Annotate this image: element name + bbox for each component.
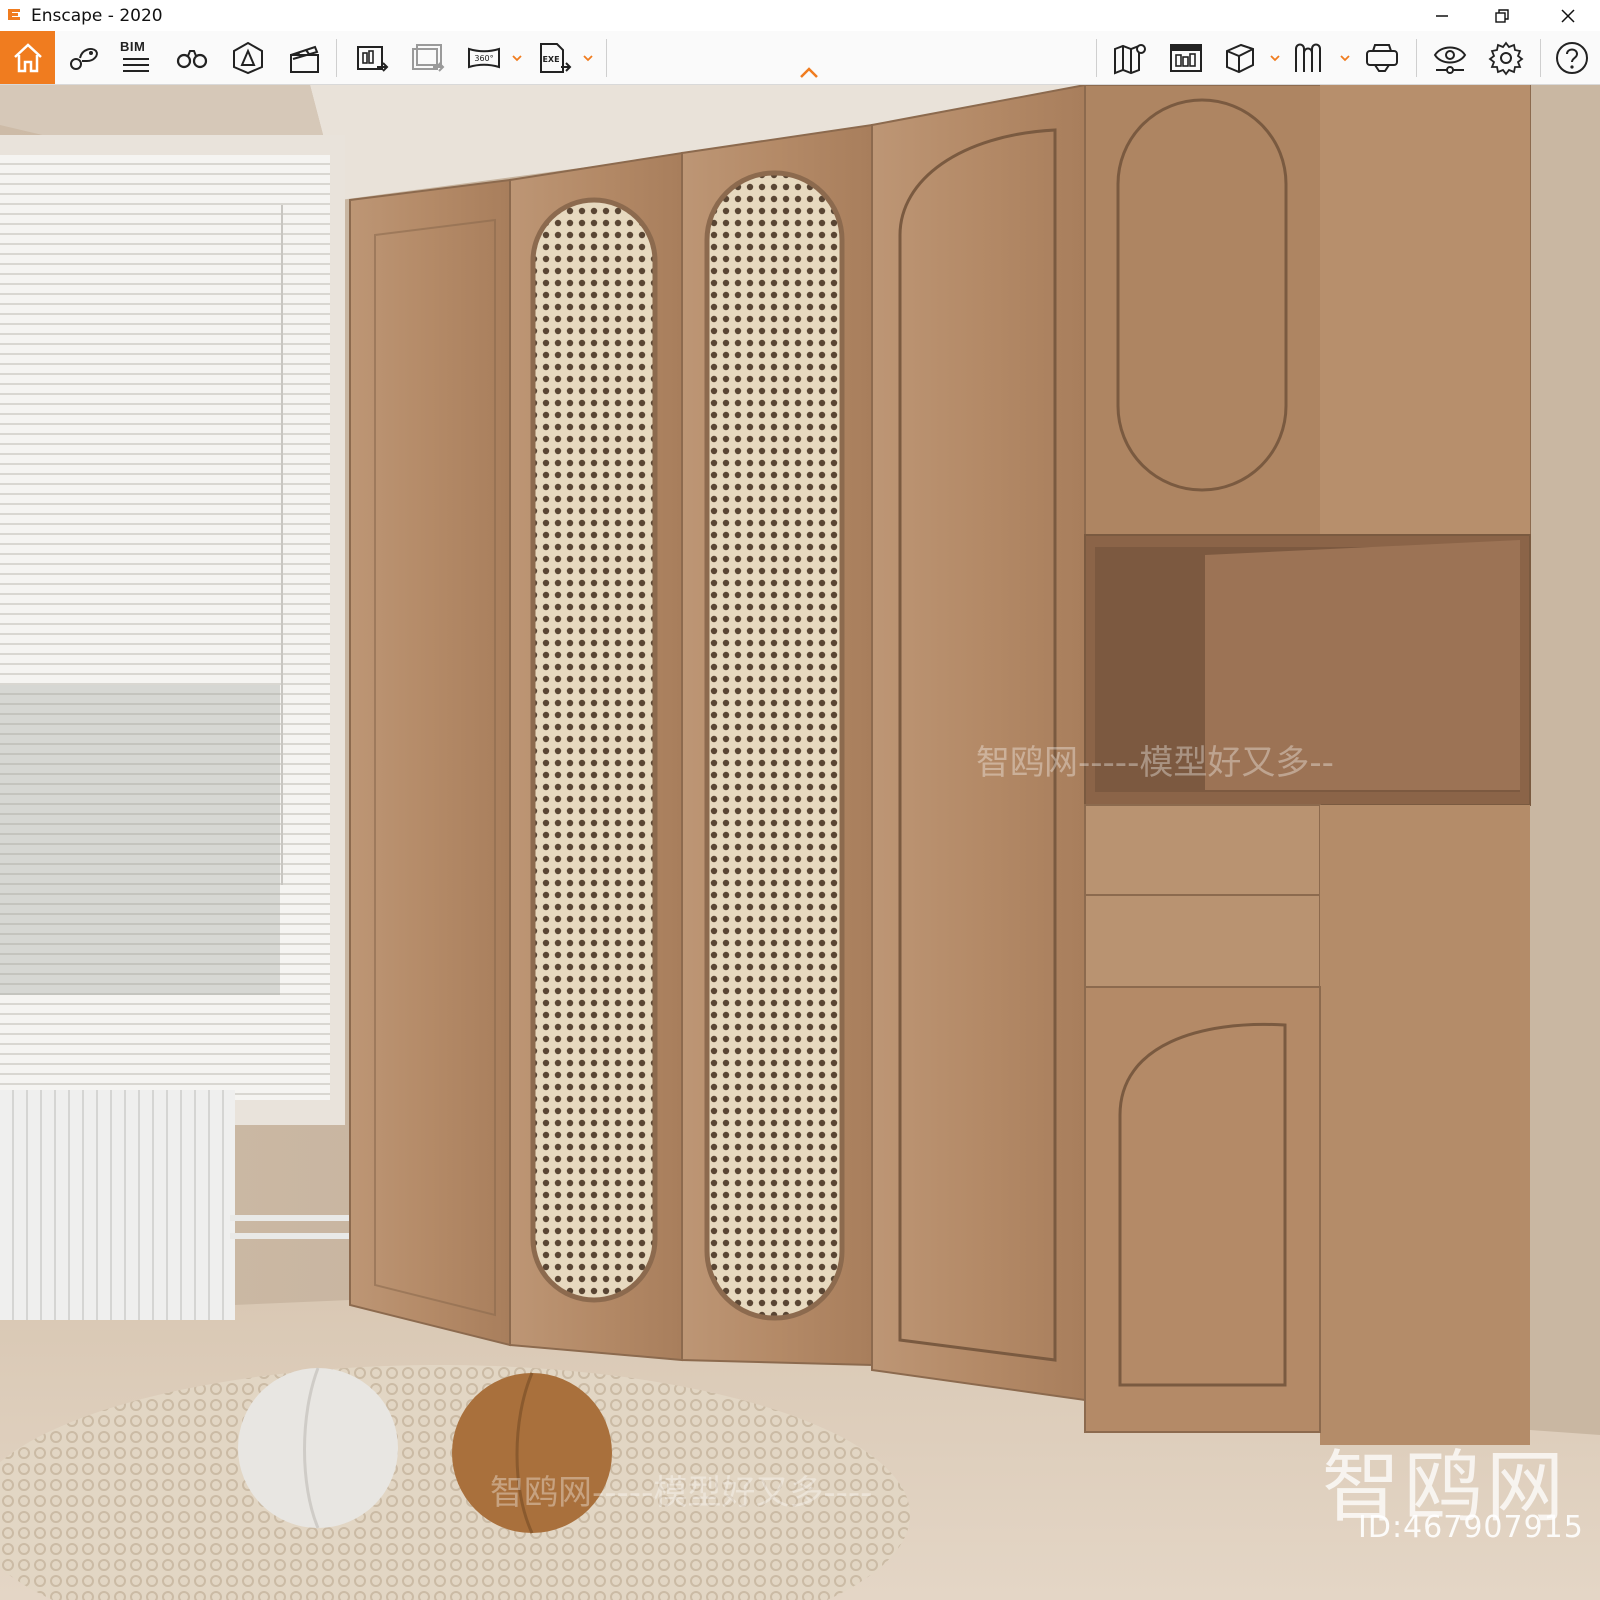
cube-view-icon [1226, 43, 1254, 73]
cube-view-button[interactable] [1214, 31, 1266, 84]
rattan-panel-2 [704, 170, 845, 1321]
export-exe-button[interactable]: EXE [528, 31, 580, 84]
lower-cabinet-side [1320, 805, 1530, 1445]
title-bar: Enscape - 2020 [0, 0, 1600, 32]
visual-settings-button[interactable] [1424, 31, 1476, 84]
panorama-button[interactable]: 360° [458, 31, 510, 84]
white-ball-cushion [238, 1368, 398, 1528]
settings-icon [1488, 41, 1524, 75]
home-icon [13, 42, 42, 72]
close-icon [1561, 8, 1575, 23]
scene-render [0, 85, 1600, 1600]
minimize-button[interactable] [1412, 0, 1472, 31]
radiator-pipe [230, 1215, 355, 1221]
visual-settings-icon [1433, 46, 1467, 74]
bim-label: BIM [120, 39, 146, 54]
toolbar-separator [1416, 39, 1417, 77]
binoculars-icon [176, 49, 208, 68]
render-image-button[interactable] [346, 31, 398, 84]
map-button[interactable] [1104, 31, 1156, 84]
video-editor-button[interactable] [278, 31, 330, 84]
minimize-icon [1436, 14, 1448, 17]
material-editor-button[interactable] [1284, 31, 1336, 84]
collapse-toolbar-chevron-up-icon[interactable] [797, 65, 821, 81]
drawer-1 [1084, 804, 1321, 896]
help-button[interactable] [1546, 31, 1598, 84]
right-wall [1530, 85, 1600, 1435]
watermark-bottom: 智鸥网-----模型好又多---- [490, 1473, 873, 1513]
export-exe-icon: EXE [540, 42, 572, 73]
chevron-down-icon[interactable] [1338, 51, 1352, 65]
batch-render-button[interactable] [402, 31, 454, 84]
batch-render-icon [412, 43, 445, 72]
exe-label: EXE [542, 55, 559, 64]
window-title: Enscape - 2020 [31, 6, 163, 26]
upper-cabinet-side [1320, 85, 1530, 535]
chevron-down-icon[interactable] [510, 51, 524, 65]
panorama-360-icon: 360° [468, 47, 500, 68]
radiator [0, 1090, 235, 1320]
watermark-id: ID:467907915 [1358, 1510, 1584, 1545]
toolbar-separator [1096, 39, 1097, 77]
views-button[interactable] [57, 31, 109, 84]
chevron-down-icon[interactable] [1268, 51, 1282, 65]
window-view [0, 685, 280, 995]
atmosphere-button[interactable] [222, 31, 274, 84]
binoculars-button[interactable] [166, 31, 218, 84]
render-image-icon [357, 45, 389, 72]
toolbar-separator [336, 39, 337, 77]
map-icon [1114, 43, 1146, 74]
asset-library-button[interactable] [1160, 31, 1212, 84]
restore-icon [1495, 8, 1509, 23]
enscape-logo-icon [8, 9, 20, 20]
atmosphere-icon [233, 41, 263, 74]
panorama-label: 360° [474, 54, 493, 63]
settings-button[interactable] [1480, 31, 1532, 84]
radiator-pipe [230, 1233, 355, 1239]
asset-library-icon [1170, 43, 1202, 72]
vr-headset-button[interactable] [1356, 31, 1408, 84]
rattan-panel-1 [530, 197, 658, 1303]
watermark-center: 智鸥网-----模型好又多-- [976, 743, 1334, 783]
render-viewport[interactable]: 智鸥网-----模型好又多-- 智鸥网-----模型好又多---- 智鸥网 ID… [0, 85, 1600, 1600]
material-editor-icon [1295, 43, 1321, 72]
vr-headset-icon [1366, 43, 1398, 72]
restore-button[interactable] [1472, 0, 1532, 31]
close-button[interactable] [1538, 0, 1598, 31]
toolbar-separator [1540, 39, 1541, 77]
toolbar-separator [606, 39, 607, 77]
home-button[interactable] [0, 31, 55, 84]
drawer-2 [1084, 894, 1321, 988]
help-icon [1556, 41, 1588, 74]
views-icon [70, 47, 98, 70]
video-editor-icon [290, 45, 319, 73]
chevron-down-icon[interactable] [581, 51, 595, 65]
main-toolbar: BIM 360° EXE [0, 31, 1600, 85]
